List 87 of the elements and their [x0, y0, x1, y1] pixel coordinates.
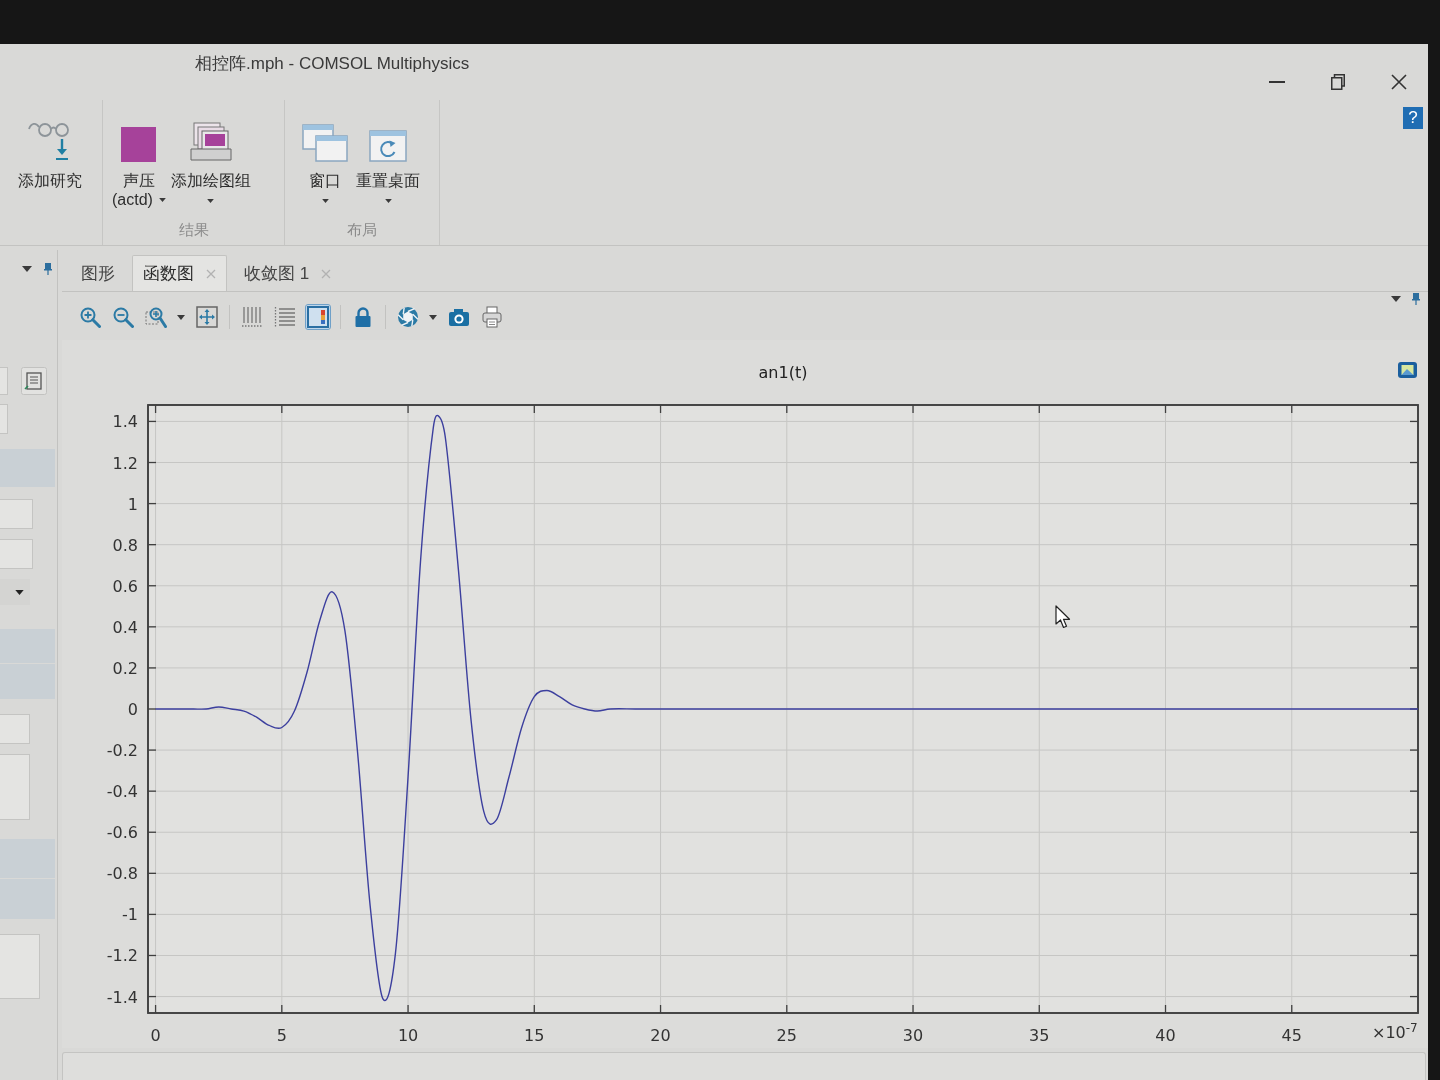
vertical-grid-icon [241, 306, 263, 328]
zoom-out-button[interactable] [111, 305, 135, 329]
tick-label: 40 [1155, 1026, 1176, 1045]
tick-label: 1 [127, 494, 138, 514]
caret-icon[interactable] [1391, 296, 1401, 302]
glasses-arrow-icon [28, 120, 72, 162]
pin-icon[interactable] [1412, 293, 1420, 305]
caret-icon [177, 314, 185, 320]
input-field[interactable] [0, 934, 40, 999]
legend-icon [307, 306, 329, 328]
help-button[interactable]: ? [1403, 107, 1423, 129]
caret-icon [207, 199, 215, 203]
horizontal-grid-button[interactable] [273, 305, 297, 329]
reset-desktop-button[interactable]: 重置桌面 [356, 120, 420, 221]
aperture-button[interactable] [396, 305, 438, 329]
window-title: 相控阵.mph - COMSOL Multiphysics [195, 53, 470, 75]
input-field[interactable] [0, 499, 33, 529]
tick-label: -0.8 [106, 864, 138, 884]
dropdown-field[interactable] [0, 579, 30, 605]
zoom-extents-button[interactable] [195, 305, 219, 329]
restore-icon[interactable] [1331, 74, 1345, 90]
input-field[interactable] [0, 714, 30, 744]
image-icon[interactable] [1398, 362, 1417, 378]
tick-label: 1.4 [112, 412, 138, 432]
tick-label: 0.6 [112, 576, 138, 596]
tick-label: 10 [397, 1026, 419, 1045]
caret-icon [158, 197, 166, 202]
tick-label: 1.2 [112, 453, 138, 473]
chart-title: an1(t) [758, 363, 808, 382]
zoom-in-icon [79, 306, 101, 328]
input-field[interactable] [0, 754, 30, 820]
group-label: 结果 [177, 221, 210, 239]
tick-label: -0.4 [106, 782, 138, 802]
tick-label: 15 [524, 1026, 545, 1045]
group-label: 布局 [346, 221, 378, 239]
windows-icon [302, 124, 348, 162]
tab[interactable]: 函数图 [132, 255, 227, 291]
tick-label: -1.4 [106, 987, 138, 1007]
tab[interactable]: 收敛图 1 [233, 255, 343, 291]
tick-label: -1.2 [106, 946, 138, 966]
tick-label: 0.8 [112, 535, 138, 555]
add-study-button[interactable]: 添加研究 [18, 120, 82, 245]
vertical-grid-button[interactable] [240, 305, 264, 329]
legend-button[interactable] [306, 305, 330, 329]
caret-icon [321, 199, 329, 203]
tick-label: 5 [276, 1026, 287, 1045]
print-button[interactable] [480, 305, 504, 329]
zoom-in-button[interactable] [78, 305, 102, 329]
window-button[interactable]: 窗口 [302, 120, 348, 221]
print-icon [481, 306, 503, 328]
caret-icon[interactable] [22, 266, 32, 272]
add-plot-group-button[interactable]: 添加绘图组 [170, 120, 251, 221]
zoom-extents-icon [196, 306, 218, 328]
tick-label: 25 [776, 1026, 797, 1045]
list-icon[interactable] [21, 367, 47, 395]
axis-multiplier: ×10$^{-7}$ [1372, 1023, 1418, 1043]
refresh-window-icon [369, 130, 407, 162]
filled-square-icon [121, 127, 157, 162]
camera-icon [448, 306, 470, 328]
zoom-out-icon [112, 306, 134, 328]
tab[interactable]: 图形 [70, 255, 126, 291]
sound-pressure-button[interactable]: 声压 (actd) [112, 120, 166, 221]
horizontal-grid-icon [274, 306, 296, 328]
pin-icon[interactable] [44, 263, 52, 275]
aperture-icon [397, 306, 419, 328]
tick-label: 45 [1281, 1026, 1302, 1045]
input-field[interactable] [0, 367, 8, 395]
caret-icon [384, 199, 392, 203]
tick-label: -1 [122, 905, 138, 925]
tick-label: -0.6 [106, 823, 138, 843]
caret-icon [429, 314, 437, 320]
tick-label: 20 [650, 1026, 671, 1045]
zoom-box-icon [145, 306, 167, 328]
input-field[interactable] [0, 539, 33, 569]
input-field[interactable] [0, 404, 8, 434]
tick-label: 0 [127, 700, 138, 719]
tick-label: 35 [1029, 1026, 1050, 1045]
tick-label: 0.2 [112, 658, 138, 678]
stacked-screens-icon [189, 122, 232, 162]
tick-label: 30 [902, 1026, 924, 1045]
close-icon[interactable] [1391, 74, 1407, 90]
tick-label: 0.4 [112, 617, 138, 637]
tick-label: -0.2 [106, 741, 138, 761]
zoom-box-button[interactable] [144, 305, 186, 329]
tick-label: 0 [150, 1026, 161, 1045]
mouse-pointer-icon [1055, 605, 1071, 629]
caret-icon [15, 589, 24, 595]
